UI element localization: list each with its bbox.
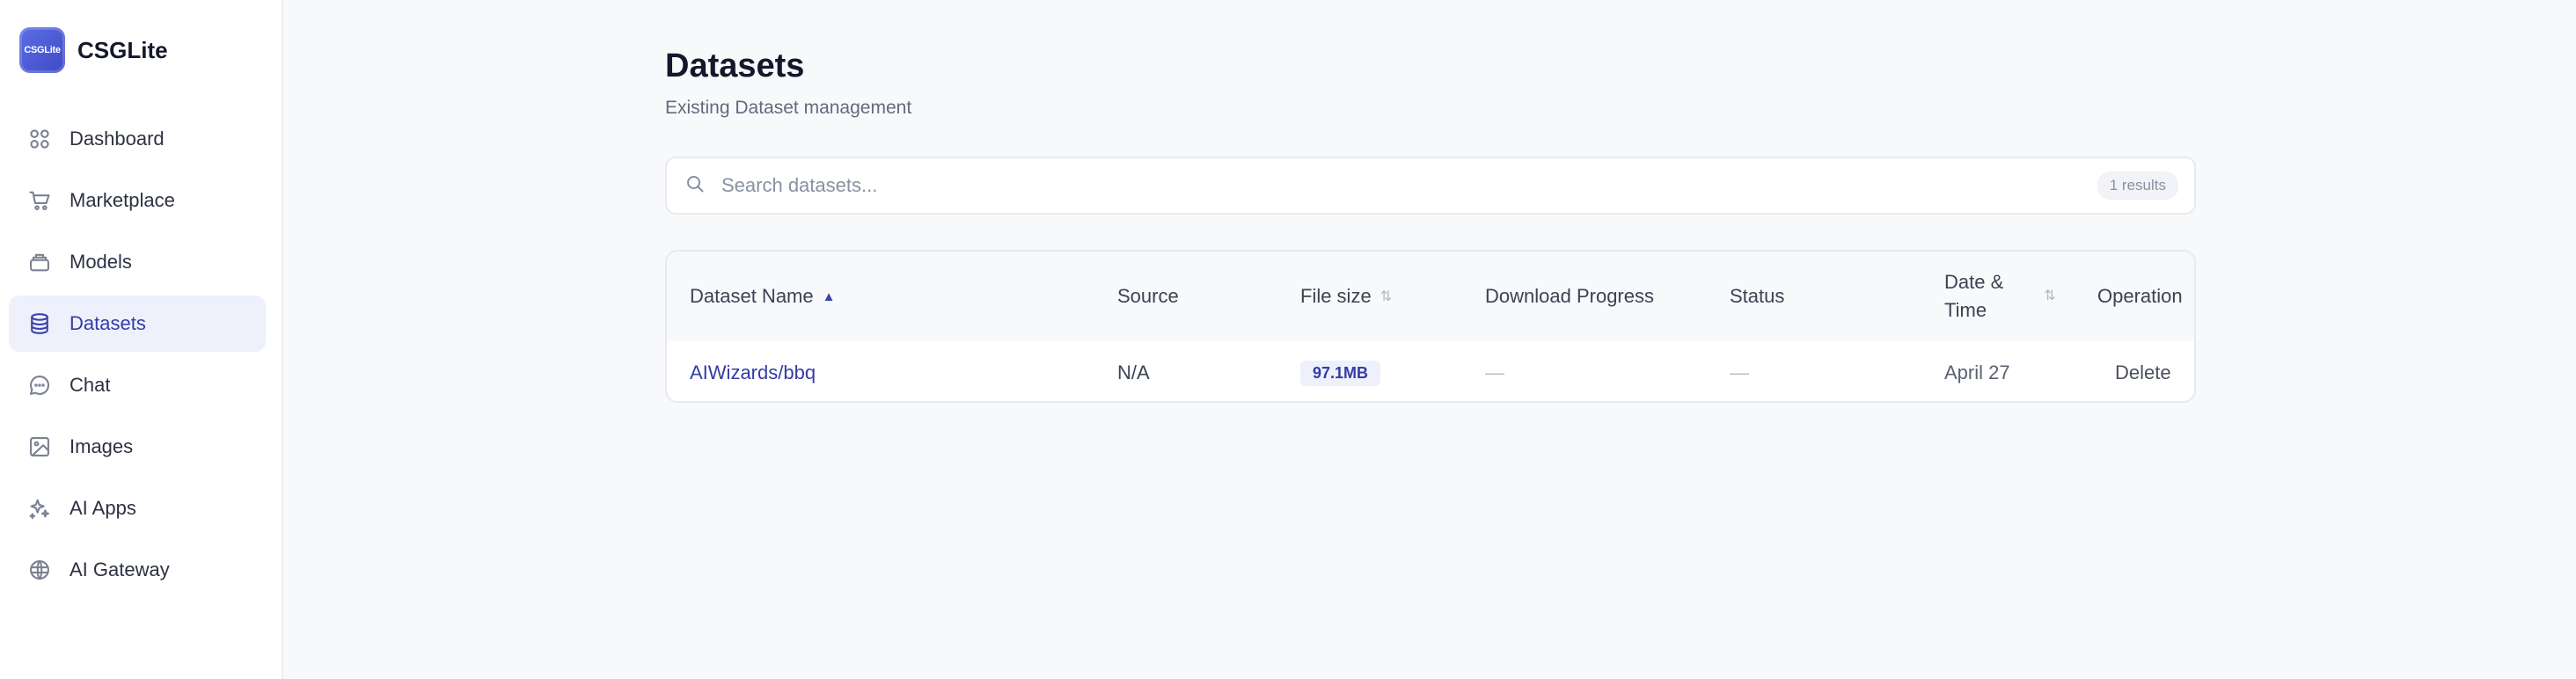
sidebar: CSGLite CSGLite Dashboard Marketplace Mo…	[0, 0, 283, 679]
column-header-label: Dataset Name	[690, 285, 814, 307]
sidebar-item-label: Images	[70, 435, 134, 457]
app-name: CSGLite	[77, 36, 168, 63]
column-header-file-size[interactable]: File size ⇅	[1300, 252, 1392, 341]
sidebar-nav: Dashboard Marketplace Models Datasets Ch…	[9, 111, 266, 603]
column-header-label-line: Time	[1944, 299, 1987, 321]
file-size-badge: 97.1MB	[1300, 360, 1381, 386]
page-title: Datasets	[665, 47, 805, 84]
column-header-label: File size	[1300, 285, 1372, 307]
layers-icon	[26, 249, 53, 275]
dashboard-icon	[26, 126, 53, 152]
search-bar: 1 results	[665, 157, 2196, 215]
column-header-download-progress: Download Progress	[1485, 252, 1654, 341]
sparkles-icon	[26, 495, 53, 522]
search-icon	[684, 173, 706, 199]
sidebar-item-label: AI Gateway	[70, 559, 170, 580]
cart-icon	[26, 187, 53, 214]
cell-operation: Delete	[2115, 341, 2171, 401]
database-icon	[26, 310, 53, 337]
sort-ascending-icon: ▲	[822, 288, 836, 304]
sort-icon: ⇅	[1379, 289, 1393, 304]
column-header-dataset-name[interactable]: Dataset Name ▲	[690, 252, 835, 341]
column-header-label-line: Date &	[1944, 271, 2004, 293]
sidebar-item-ai-apps[interactable]: AI Apps	[9, 480, 266, 537]
results-count-badge: 1 results	[2097, 172, 2178, 200]
table-row: AIWizards/bbq N/A 97.1MB — — April 27 De…	[667, 341, 2194, 401]
column-header-label: Status	[1730, 285, 1785, 307]
sidebar-item-label: Datasets	[70, 312, 146, 334]
cell-date: April 27	[1944, 361, 2010, 383]
sidebar-item-label: Chat	[70, 374, 111, 396]
sidebar-item-models[interactable]: Models	[9, 234, 266, 290]
sidebar-item-marketplace[interactable]: Marketplace	[9, 172, 266, 229]
sidebar-item-label: AI Apps	[70, 497, 136, 519]
column-header-source: Source	[1117, 252, 1179, 341]
cell-source: N/A	[1117, 361, 1150, 383]
cell-download-progress: —	[1485, 361, 1504, 383]
dataset-link[interactable]: AIWizards/bbq	[690, 361, 816, 384]
column-header-date-time[interactable]: Date & Time ⇅	[1944, 252, 2056, 341]
cell-status: —	[1730, 361, 1749, 383]
search-input[interactable]	[721, 174, 2097, 197]
column-header-status: Status	[1730, 252, 1784, 341]
cell-file-size: 97.1MB	[1300, 341, 1381, 401]
datasets-table: Dataset Name ▲ Source File size ⇅ Downlo…	[665, 250, 2196, 403]
column-header-label: Operation	[2097, 285, 2183, 307]
sidebar-item-dashboard[interactable]: Dashboard	[9, 111, 266, 167]
sort-icon: ⇅	[2044, 288, 2056, 303]
sidebar-item-ai-gateway[interactable]: AI Gateway	[9, 542, 266, 598]
column-header-operation: Operation	[2097, 252, 2183, 341]
brand[interactable]: CSGLite CSGLite	[19, 27, 168, 73]
sidebar-item-label: Marketplace	[70, 189, 175, 211]
sidebar-item-label: Dashboard	[70, 128, 165, 150]
sidebar-item-label: Models	[70, 251, 132, 273]
page-subtitle: Existing Dataset management	[665, 98, 912, 118]
delete-button[interactable]: Delete	[2115, 361, 2171, 384]
gateway-icon	[26, 557, 53, 583]
table-header: Dataset Name ▲ Source File size ⇅ Downlo…	[667, 252, 2194, 341]
sidebar-item-datasets[interactable]: Datasets	[9, 296, 266, 352]
column-header-label: Download Progress	[1485, 285, 1654, 307]
cell-dataset-name: AIWizards/bbq	[690, 341, 816, 401]
column-header-label: Date & Time	[1944, 268, 2003, 325]
chat-bubble-icon	[26, 372, 53, 398]
image-icon	[26, 434, 53, 460]
column-header-label: Source	[1117, 285, 1179, 307]
sidebar-item-images[interactable]: Images	[9, 419, 266, 475]
app-logo: CSGLite	[19, 27, 65, 73]
sidebar-item-chat[interactable]: Chat	[9, 357, 266, 413]
